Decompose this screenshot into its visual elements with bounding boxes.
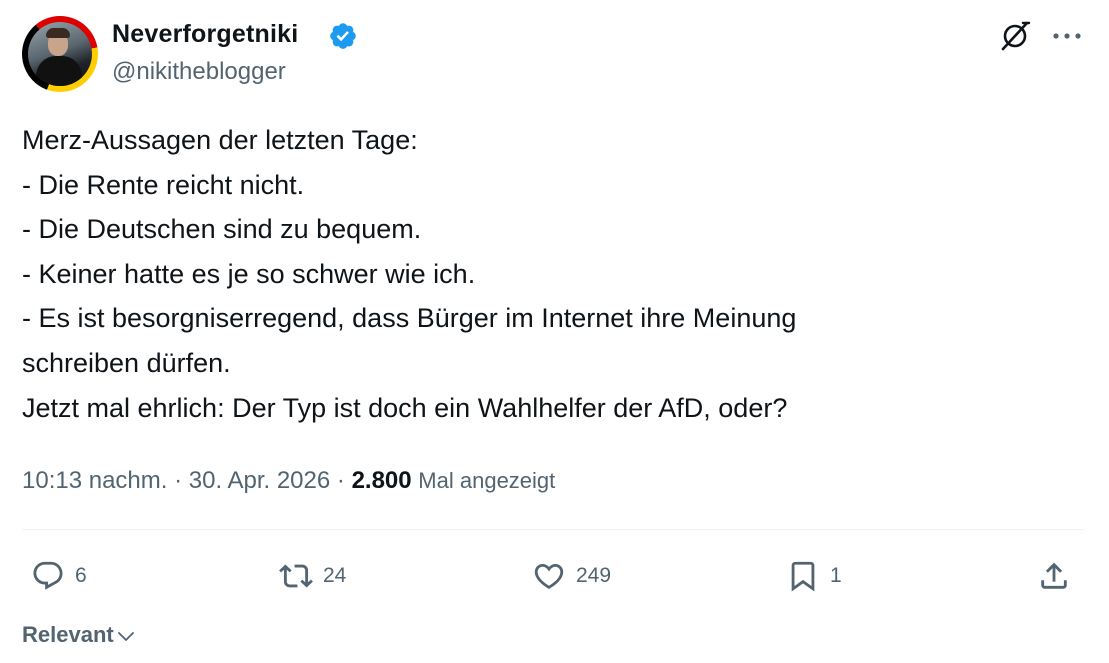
more-icon[interactable] — [1050, 21, 1084, 51]
like-button[interactable]: 249 — [532, 556, 611, 596]
sort-label: Relevant — [22, 622, 114, 647]
bookmark-button[interactable]: 1 — [786, 556, 842, 596]
retweet-count: 24 — [323, 564, 347, 587]
bookmark-count: 1 — [830, 564, 842, 587]
tweet-text-line: - Die Deutschen sind zu bequem. — [22, 214, 422, 245]
chevron-down-icon — [117, 632, 134, 641]
tweet-text-line: Jetzt mal ehrlich: Der Typ ist doch ein … — [22, 392, 788, 423]
tweet-text: Merz-Aussagen der letzten Tage: - Die Re… — [22, 118, 1082, 430]
share-icon — [1041, 562, 1067, 589]
divider — [22, 529, 1084, 530]
reply-icon — [33, 561, 63, 590]
tweet-meta: 10:13 nachm. · 30. Apr. 2026 · 2.800 Mal… — [22, 463, 555, 499]
meta-separator: · — [330, 467, 352, 494]
avatar-photo — [28, 22, 92, 86]
like-count: 249 — [576, 564, 612, 587]
verified-badge-icon — [330, 23, 356, 49]
author-handle[interactable]: @nikitheblogger — [112, 57, 286, 87]
reply-button[interactable]: 6 — [31, 556, 87, 596]
retweet-icon — [279, 564, 313, 588]
share-button[interactable] — [1037, 556, 1071, 596]
tweet-card: Neverforgetniki @nikitheblogger Merz-Aus… — [0, 0, 1109, 663]
bookmark-icon — [791, 561, 815, 592]
views-label: Mal angezeigt — [418, 468, 556, 493]
avatar[interactable] — [22, 16, 98, 92]
tweet-time[interactable]: 10:13 nachm. — [22, 467, 167, 494]
tweet-text-line: - Es ist besorgniserregend, dass Bürger … — [22, 303, 797, 334]
author-display-name[interactable]: Neverforgetniki — [112, 18, 298, 50]
reply-count: 6 — [75, 564, 87, 587]
tweet-text-line: - Die Rente reicht nicht. — [22, 169, 305, 200]
tweet-text-line: Merz-Aussagen der letzten Tage: — [22, 125, 418, 155]
reply-sort-dropdown[interactable]: Relevant — [22, 620, 136, 650]
tweet-text-line: - Keiner hatte es je so schwer wie ich. — [22, 258, 476, 289]
grok-icon[interactable] — [998, 19, 1032, 53]
tweet-date[interactable]: 30. Apr. 2026 — [189, 467, 330, 494]
views-count: 2.800 — [351, 467, 412, 494]
heart-icon — [534, 563, 564, 589]
meta-separator: · — [167, 467, 189, 494]
retweet-button[interactable]: 24 — [279, 556, 346, 596]
tweet-text-line: schreiben dürfen. — [22, 347, 231, 378]
